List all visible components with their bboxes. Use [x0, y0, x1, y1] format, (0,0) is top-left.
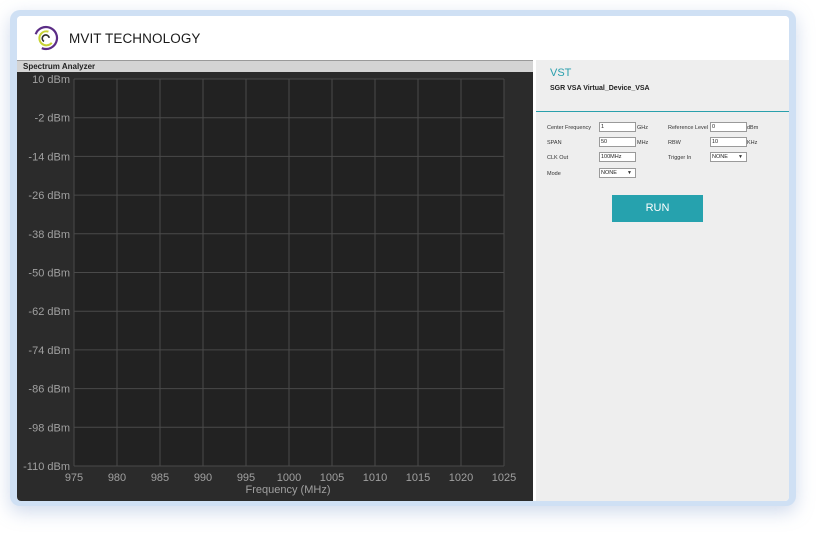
- rbw-label: RBW: [668, 140, 681, 146]
- span-input[interactable]: 50: [599, 137, 636, 147]
- x-tick-label: 1005: [320, 472, 344, 484]
- trigger-in-label: Trigger In: [668, 155, 692, 161]
- mode-label: Mode: [547, 171, 561, 177]
- y-tick-label: -62 dBm: [28, 306, 70, 318]
- rbw-unit: KHz: [747, 140, 758, 146]
- y-tick-label: -98 dBm: [28, 422, 70, 434]
- section-title: VST: [550, 67, 572, 79]
- y-tick-label: 10 dBm: [32, 74, 70, 86]
- span-label: SPAN: [547, 140, 562, 146]
- center-frequency-input[interactable]: 1: [599, 122, 636, 132]
- trigger-in-select[interactable]: NONE ▼: [710, 152, 747, 162]
- y-tick-label: -86 dBm: [28, 384, 70, 396]
- mode-value: NONE: [601, 170, 617, 176]
- config-panel: VST SGR VSA Virtual_Device_VSA Center Fr…: [536, 60, 789, 501]
- y-tick-label: -2 dBm: [35, 113, 70, 125]
- spectrum-analyzer-panel: Spectrum Analyzer 10 dBm -2 dBm -14 dBm -26…: [17, 60, 533, 501]
- device-name: SGR VSA Virtual_Device_VSA: [550, 85, 650, 92]
- x-tick-label: 1000: [277, 472, 301, 484]
- dropdown-arrow-icon: ▼: [627, 170, 632, 176]
- reference-level-unit: dBm: [747, 125, 759, 131]
- spectrum-chart[interactable]: 10 dBm -2 dBm -14 dBm -26 dBm -38 dBm -50 dBm…: [17, 72, 533, 501]
- reference-level-input[interactable]: 0: [710, 122, 747, 132]
- y-tick-label: -50 dBm: [28, 268, 70, 280]
- x-tick-label: 1025: [492, 472, 516, 484]
- x-tick-label: 995: [237, 472, 255, 484]
- app-window: MVIT TECHNOLOGY Spectrum Analyzer 10 dBm…: [17, 16, 789, 501]
- rbw-input[interactable]: 10: [710, 137, 747, 147]
- y-tick-label: -74 dBm: [28, 345, 70, 357]
- x-tick-label: 1010: [363, 472, 387, 484]
- mode-select[interactable]: NONE ▼: [599, 168, 636, 178]
- x-tick-label: 980: [108, 472, 126, 484]
- y-tick-label: -26 dBm: [28, 190, 70, 202]
- config-header: VST SGR VSA Virtual_Device_VSA: [536, 60, 789, 112]
- y-tick-label: -38 dBm: [28, 229, 70, 241]
- header-underline: [536, 111, 789, 112]
- mvit-logo-icon: [33, 25, 59, 51]
- span-unit: MHz: [637, 140, 649, 146]
- x-tick-label: 990: [194, 472, 212, 484]
- y-tick-label: -14 dBm: [28, 151, 70, 163]
- y-tick-label: -110 dBm: [23, 461, 70, 473]
- app-header: MVIT TECHNOLOGY: [17, 16, 789, 60]
- x-axis-label: Frequency (MHz): [246, 484, 331, 496]
- run-button[interactable]: RUN: [612, 195, 703, 222]
- x-tick-label: 1015: [406, 472, 430, 484]
- x-tick-label: 975: [65, 472, 83, 484]
- brand-name: MVIT TECHNOLOGY: [69, 31, 201, 46]
- x-tick-label: 1020: [449, 472, 473, 484]
- center-frequency-unit: GHz: [637, 125, 648, 131]
- dropdown-arrow-icon: ▼: [738, 154, 743, 160]
- reference-level-label: Reference Level: [668, 125, 709, 131]
- trigger-in-value: NONE: [712, 154, 728, 160]
- x-tick-label: 985: [151, 472, 169, 484]
- clk-out-label: CLK Out: [547, 155, 569, 161]
- center-frequency-label: Center Frequency: [547, 125, 592, 131]
- spectrum-analyzer-title: Spectrum Analyzer: [17, 61, 533, 72]
- clk-out-input[interactable]: 100MHz: [599, 152, 636, 162]
